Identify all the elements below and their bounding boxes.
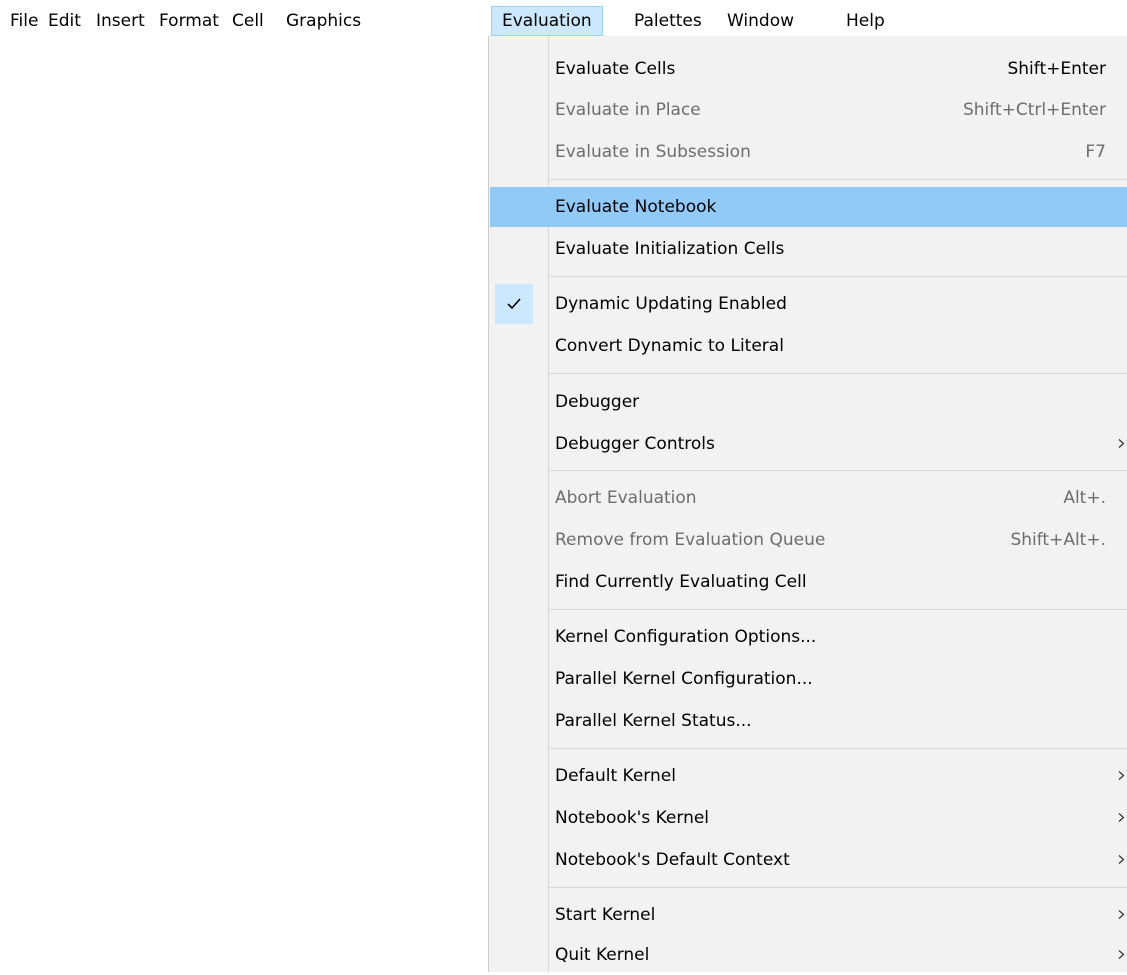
menu-item-label: Evaluate Initialization Cells — [555, 239, 785, 259]
menu-item-start-kernel[interactable]: Start Kernel — [489, 895, 1127, 935]
chevron-right-icon — [1118, 910, 1125, 919]
menu-format[interactable]: Format — [159, 6, 219, 36]
menu-help[interactable]: Help — [846, 6, 885, 36]
menu-item-label: Notebook's Default Context — [555, 850, 790, 870]
menu-window[interactable]: Window — [727, 6, 794, 36]
menu-item-shortcut: Alt+. — [1063, 488, 1106, 508]
menu-item-label: Evaluate Notebook — [555, 197, 717, 217]
menu-item-label: Evaluate in Place — [555, 100, 701, 120]
menu-item-default-kernel[interactable]: Default Kernel — [489, 756, 1127, 796]
menu-item-parallel-kernel-status[interactable]: Parallel Kernel Status... — [489, 701, 1127, 741]
menu-cell[interactable]: Cell — [232, 6, 264, 36]
menu-separator — [549, 609, 1127, 610]
menu-bar: File Edit Insert Format Cell Graphics Ev… — [0, 0, 1127, 36]
menu-item-evaluate-in-subsession[interactable]: Evaluate in Subsession F7 — [489, 132, 1127, 172]
menu-item-label: Quit Kernel — [555, 945, 650, 965]
menu-item-label: Dynamic Updating Enabled — [555, 294, 787, 314]
menu-item-notebooks-default-context[interactable]: Notebook's Default Context — [489, 840, 1127, 880]
menu-item-label: Start Kernel — [555, 905, 656, 925]
menu-item-label: Abort Evaluation — [555, 488, 697, 508]
menu-item-shortcut: F7 — [1085, 142, 1106, 162]
menu-item-label: Kernel Configuration Options... — [555, 627, 817, 647]
menu-item-kernel-configuration-options[interactable]: Kernel Configuration Options... — [489, 617, 1127, 657]
menu-item-dynamic-updating-enabled[interactable]: Dynamic Updating Enabled — [489, 284, 1127, 324]
menu-item-label: Debugger Controls — [555, 434, 715, 454]
menu-item-abort-evaluation[interactable]: Abort Evaluation Alt+. — [489, 478, 1127, 518]
menu-separator — [549, 276, 1127, 277]
menu-item-debugger-controls[interactable]: Debugger Controls — [489, 424, 1127, 464]
menu-item-evaluate-cells[interactable]: Evaluate Cells Shift+Enter — [489, 49, 1127, 89]
menu-evaluation[interactable]: Evaluation — [491, 6, 603, 36]
menu-item-label: Notebook's Kernel — [555, 808, 710, 828]
chevron-right-icon — [1118, 855, 1125, 864]
menu-item-label: Convert Dynamic to Literal — [555, 336, 784, 356]
chevron-right-icon — [1118, 813, 1125, 822]
menu-separator — [549, 373, 1127, 374]
chevron-right-icon — [1118, 771, 1125, 780]
chevron-right-icon — [1118, 439, 1125, 448]
menu-item-remove-from-evaluation-queue[interactable]: Remove from Evaluation Queue Shift+Alt+. — [489, 520, 1127, 560]
menu-item-convert-dynamic-to-literal[interactable]: Convert Dynamic to Literal — [489, 326, 1127, 366]
menu-item-label: Find Currently Evaluating Cell — [555, 572, 807, 592]
menu-insert[interactable]: Insert — [96, 6, 145, 36]
menu-item-label: Parallel Kernel Configuration... — [555, 669, 813, 689]
menu-separator — [549, 470, 1127, 471]
menu-palettes[interactable]: Palettes — [634, 6, 702, 36]
menu-item-evaluate-notebook[interactable]: Evaluate Notebook — [490, 187, 1127, 227]
menu-item-shortcut: Shift+Alt+. — [1010, 530, 1106, 550]
menu-item-label: Evaluate Cells — [555, 59, 676, 79]
menu-item-label: Remove from Evaluation Queue — [555, 530, 826, 550]
menu-file[interactable]: File — [10, 6, 38, 36]
menu-item-debugger[interactable]: Debugger — [489, 382, 1127, 422]
menu-graphics[interactable]: Graphics — [286, 6, 361, 36]
menu-separator — [549, 179, 1127, 180]
menu-item-label: Evaluate in Subsession — [555, 142, 751, 162]
menu-item-shortcut: Shift+Enter — [1007, 59, 1106, 79]
menu-item-notebooks-kernel[interactable]: Notebook's Kernel — [489, 798, 1127, 838]
menu-item-label: Default Kernel — [555, 766, 676, 786]
evaluation-dropdown-menu: Evaluate Cells Shift+Enter Evaluate in P… — [488, 36, 1127, 972]
menu-item-evaluate-initialization-cells[interactable]: Evaluate Initialization Cells — [489, 229, 1127, 269]
checkmark-icon — [495, 284, 533, 324]
menu-item-evaluate-in-place[interactable]: Evaluate in Place Shift+Ctrl+Enter — [489, 90, 1127, 130]
menu-item-quit-kernel[interactable]: Quit Kernel — [489, 935, 1127, 975]
menu-edit[interactable]: Edit — [48, 6, 81, 36]
menu-item-parallel-kernel-configuration[interactable]: Parallel Kernel Configuration... — [489, 659, 1127, 699]
menu-item-label: Debugger — [555, 392, 640, 412]
menu-separator — [549, 748, 1127, 749]
menu-separator — [549, 887, 1127, 888]
menu-item-label: Parallel Kernel Status... — [555, 711, 752, 731]
menu-item-shortcut: Shift+Ctrl+Enter — [962, 100, 1106, 120]
menu-item-find-currently-evaluating-cell[interactable]: Find Currently Evaluating Cell — [489, 562, 1127, 602]
chevron-right-icon — [1118, 950, 1125, 959]
